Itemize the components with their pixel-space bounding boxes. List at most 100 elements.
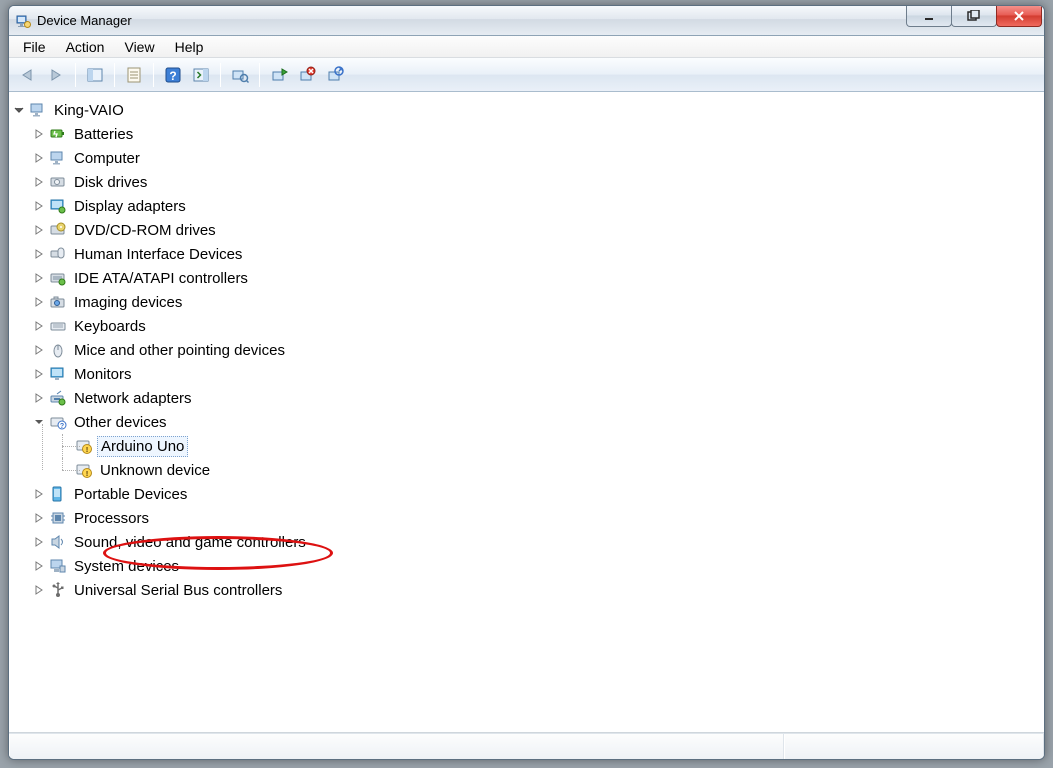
back-button[interactable] [15, 62, 41, 88]
toolbar-separator [259, 63, 260, 87]
device-manager-window: Device Manager File Action View Help [8, 5, 1045, 760]
expand-icon[interactable] [33, 296, 45, 308]
tree-item-computer[interactable]: Computer [33, 146, 1044, 170]
tree-item-label: Unknown device [97, 461, 213, 480]
mouse-icon [49, 341, 67, 359]
expand-icon[interactable] [33, 128, 45, 140]
tree-item-disk-drives[interactable]: Disk drives [33, 170, 1044, 194]
expand-icon[interactable] [33, 488, 45, 500]
expand-icon[interactable] [33, 368, 45, 380]
update-driver-button[interactable] [266, 62, 292, 88]
tree-item-processors[interactable]: Processors [33, 506, 1044, 530]
expand-icon[interactable] [33, 224, 45, 236]
expand-icon[interactable] [33, 560, 45, 572]
close-button[interactable] [996, 5, 1042, 27]
tree-item-label: Display adapters [71, 197, 189, 216]
menu-file[interactable]: File [13, 37, 56, 57]
tree-item-label: Imaging devices [71, 293, 185, 312]
menu-help[interactable]: Help [165, 37, 214, 57]
toolbar-separator [153, 63, 154, 87]
tree-item-batteries[interactable]: Batteries [33, 122, 1044, 146]
speaker-icon [49, 533, 67, 551]
show-hide-tree-button[interactable] [82, 62, 108, 88]
expand-icon[interactable] [33, 272, 45, 284]
tree-item-monitors[interactable]: Monitors [33, 362, 1044, 386]
tree-item-keyboards[interactable]: Keyboards [33, 314, 1044, 338]
forward-button[interactable] [43, 62, 69, 88]
expand-icon[interactable] [33, 200, 45, 212]
toolbar-separator [114, 63, 115, 87]
device-tree: King-VAIO Batteries Computer [9, 92, 1044, 602]
expand-icon[interactable] [33, 344, 45, 356]
tree-item-other-devices[interactable]: ? Other devices [33, 410, 1044, 434]
svg-text:?: ? [169, 69, 176, 83]
tree-item-arduino-uno[interactable]: ! Arduino Uno [53, 434, 1044, 458]
tree-item-label: Keyboards [71, 317, 149, 336]
tree-item-label: Portable Devices [71, 485, 190, 504]
tree-item-dvd[interactable]: DVD/CD-ROM drives [33, 218, 1044, 242]
expand-icon[interactable] [33, 392, 45, 404]
display-adapter-icon [49, 197, 67, 215]
hid-icon [49, 245, 67, 263]
properties-button[interactable] [121, 62, 147, 88]
tree-root-label: King-VAIO [51, 101, 127, 120]
expand-icon[interactable] [33, 512, 45, 524]
tree-root[interactable]: King-VAIO [13, 98, 1044, 122]
tree-item-label: Network adapters [71, 389, 195, 408]
network-icon [49, 389, 67, 407]
uninstall-button[interactable] [294, 62, 320, 88]
tree-item-display-adapters[interactable]: Display adapters [33, 194, 1044, 218]
window-title: Device Manager [37, 13, 132, 28]
tree-item-network[interactable]: Network adapters [33, 386, 1044, 410]
battery-icon [49, 125, 67, 143]
minimize-button[interactable] [906, 5, 952, 27]
statusbar [9, 733, 1044, 759]
menu-action[interactable]: Action [56, 37, 115, 57]
tree-item-mice[interactable]: Mice and other pointing devices [33, 338, 1044, 362]
svg-text:?: ? [60, 423, 64, 430]
camera-icon [49, 293, 67, 311]
tree-item-usb[interactable]: Universal Serial Bus controllers [33, 578, 1044, 602]
tree-item-hid[interactable]: Human Interface Devices [33, 242, 1044, 266]
expand-icon[interactable] [33, 536, 45, 548]
other-devices-children: ! Arduino Uno ! Unknown device [33, 434, 1044, 482]
computer-icon [29, 101, 47, 119]
other-devices-icon: ? [49, 413, 67, 431]
expand-icon[interactable] [33, 176, 45, 188]
tree-item-unknown-device[interactable]: ! Unknown device [53, 458, 1044, 482]
tree-item-system-devices[interactable]: System devices [33, 554, 1044, 578]
tree-item-label: DVD/CD-ROM drives [71, 221, 219, 240]
expand-icon[interactable] [33, 320, 45, 332]
menu-view[interactable]: View [114, 37, 164, 57]
help-button[interactable]: ? [160, 62, 186, 88]
scan-hardware-button[interactable] [227, 62, 253, 88]
disable-button[interactable] [322, 62, 348, 88]
tree-item-label: System devices [71, 557, 182, 576]
toolbar-separator [75, 63, 76, 87]
status-section [9, 734, 784, 759]
expand-icon[interactable] [33, 248, 45, 260]
tree-item-label: Batteries [71, 125, 136, 144]
action-pane-button[interactable] [188, 62, 214, 88]
expand-icon[interactable] [33, 584, 45, 596]
toolbar-separator [220, 63, 221, 87]
tree-item-imaging[interactable]: Imaging devices [33, 290, 1044, 314]
optical-drive-icon [49, 221, 67, 239]
menubar: File Action View Help [9, 36, 1044, 58]
collapse-icon[interactable] [33, 416, 45, 428]
device-tree-pane[interactable]: King-VAIO Batteries Computer [9, 92, 1044, 733]
controller-icon [49, 269, 67, 287]
tree-item-label: Mice and other pointing devices [71, 341, 288, 360]
svg-text:!: ! [86, 447, 88, 454]
tree-item-ide[interactable]: IDE ATA/ATAPI controllers [33, 266, 1044, 290]
processor-icon [49, 509, 67, 527]
toolbar: ? [9, 58, 1044, 92]
tree-item-sound[interactable]: Sound, video and game controllers [33, 530, 1044, 554]
maximize-button[interactable] [951, 5, 997, 27]
tree-item-label: Monitors [71, 365, 135, 384]
collapse-icon[interactable] [13, 104, 25, 116]
monitor-icon [49, 365, 67, 383]
svg-text:!: ! [86, 471, 88, 478]
expand-icon[interactable] [33, 152, 45, 164]
tree-item-portable-devices[interactable]: Portable Devices [33, 482, 1044, 506]
